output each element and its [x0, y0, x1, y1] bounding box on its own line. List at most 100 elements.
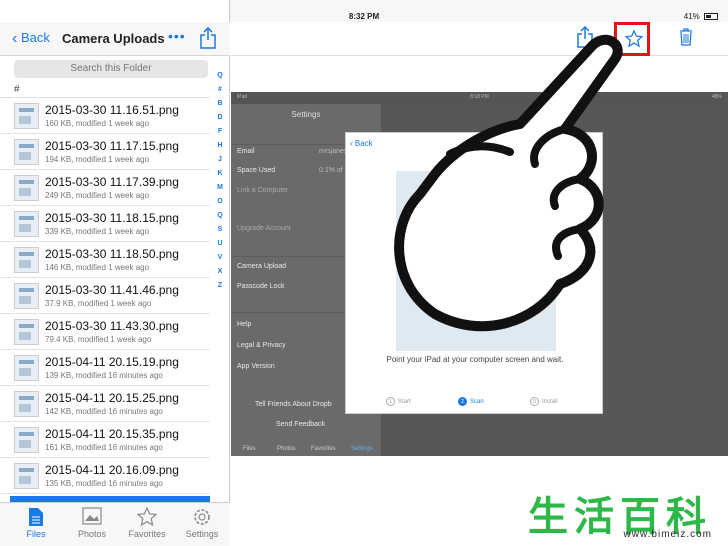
- file-meta: 79.4 KB, modified 1 week ago: [45, 335, 152, 344]
- preview-tab: Photos: [277, 446, 296, 452]
- index-letter[interactable]: K: [212, 170, 228, 184]
- file-name: 2015-04-11 20.16.09.png: [45, 463, 179, 477]
- file-row[interactable]: 2015-03-30 11.17.15.png 194 KB, modified …: [0, 134, 210, 170]
- file-row[interactable]: 2015-03-30 11.18.50.png 146 KB, modified …: [0, 242, 210, 278]
- file-row[interactable]: 2015-04-11 20.15.19.png 139 KB, modified …: [0, 350, 210, 386]
- trash-icon[interactable]: [679, 28, 693, 51]
- preview-space-value: 0.1% of: [319, 167, 343, 174]
- index-letter[interactable]: H: [212, 142, 228, 156]
- index-letter[interactable]: V: [212, 254, 228, 268]
- preview-step: 1 Start: [386, 397, 411, 406]
- file-row[interactable]: 2015-03-30 11.17.39.png 249 KB, modified …: [0, 170, 210, 206]
- preview-help: Help: [237, 321, 252, 328]
- preview-tab: Favorites: [311, 446, 336, 452]
- sidebar: ‹ Back Camera Uploads ••• # 2015-03-30 1…: [0, 0, 230, 546]
- file-thumbnail: [14, 283, 39, 309]
- preview-email-label: Email: [237, 148, 255, 155]
- index-letter[interactable]: Q: [212, 72, 228, 86]
- preview-battery: 48%: [711, 94, 722, 100]
- preview-tab-bar: Files Photos Favorites Settings: [231, 438, 381, 456]
- preview-app-version: App Version: [237, 363, 275, 370]
- preview-send-feedback: Send Feedback: [276, 421, 326, 428]
- index-letter[interactable]: Q: [212, 212, 228, 226]
- battery-icon: [704, 13, 718, 21]
- index-letter[interactable]: U: [212, 240, 228, 254]
- file-name: 2015-04-11 20.15.35.png: [45, 427, 179, 441]
- pointing-hand-illustration: [360, 34, 640, 349]
- search-input[interactable]: [14, 60, 208, 78]
- watermark: 生活百科 www.bimeiz.com: [520, 480, 720, 540]
- preview-step-label: Install: [542, 399, 558, 405]
- file-thumbnail: [14, 355, 39, 381]
- tab-settings[interactable]: Settings: [174, 507, 230, 539]
- file-row[interactable]: 2015-04-11 20.15.25.png 142 KB, modified …: [0, 386, 210, 422]
- gear-icon: [174, 507, 230, 527]
- file-row[interactable]: 2015-03-30 11.18.15.png 339 KB, modified …: [0, 206, 210, 242]
- file-thumbnail: [14, 391, 39, 417]
- preview-modal-instruction: Point your iPad at your computer screen …: [386, 355, 564, 364]
- more-options-icon[interactable]: •••: [168, 28, 186, 44]
- file-list: 2015-03-30 11.16.51.png 160 KB, modified …: [0, 98, 210, 494]
- index-letter[interactable]: X: [212, 268, 228, 282]
- file-meta: 37.9 KB, modified 1 week ago: [45, 299, 152, 308]
- file-thumbnail: [14, 211, 39, 237]
- index-letter[interactable]: M: [212, 184, 228, 198]
- file-name: 2015-03-30 11.17.39.png: [45, 175, 179, 189]
- folder-title: Camera Uploads: [62, 31, 165, 46]
- preview-space-label: Space Used: [237, 167, 276, 174]
- tab-photos[interactable]: Photos: [64, 507, 120, 539]
- section-header: #: [14, 84, 20, 95]
- index-letter[interactable]: B: [212, 100, 228, 114]
- star-icon: [119, 506, 175, 527]
- file-meta: 160 KB, modified 1 week ago: [45, 119, 150, 128]
- preview-tab: Settings: [351, 446, 373, 452]
- preview-steps: 1 Start 2 Scan 3 Install: [346, 395, 604, 411]
- file-name: 2015-03-30 11.43.30.png: [45, 319, 179, 333]
- file-meta: 139 KB, modified 16 minutes ago: [45, 371, 163, 380]
- index-letter[interactable]: S: [212, 226, 228, 240]
- watermark-url: www.bimeiz.com: [623, 529, 712, 540]
- file-meta: 339 KB, modified 1 week ago: [45, 227, 150, 236]
- file-row[interactable]: 2015-03-30 11.43.30.png 79.4 KB, modified…: [0, 314, 210, 350]
- preview-step-label: Start: [398, 399, 411, 405]
- file-row[interactable]: 2015-04-11 20.15.35.png 161 KB, modified …: [0, 422, 210, 458]
- back-button[interactable]: ‹ Back: [12, 30, 50, 48]
- file-thumbnail: [14, 103, 39, 129]
- file-row[interactable]: 2015-03-30 11.16.51.png 160 KB, modified …: [0, 98, 210, 134]
- file-row[interactable]: 2015-03-30 11.41.46.png 37.9 KB, modified…: [0, 278, 210, 314]
- tab-favorites[interactable]: Favorites: [119, 506, 175, 539]
- battery-percent: 41%: [683, 12, 700, 21]
- file-thumbnail: [14, 175, 39, 201]
- tab-label: Photos: [77, 529, 107, 539]
- preview-link-label: Link a Computer: [237, 187, 289, 194]
- index-letter[interactable]: #: [212, 86, 228, 100]
- file-thumbnail: [14, 319, 39, 345]
- file-meta: 142 KB, modified 16 minutes ago: [45, 407, 163, 416]
- file-name: 2015-03-30 11.18.50.png: [45, 247, 179, 261]
- tab-files[interactable]: Files: [8, 507, 64, 539]
- index-letter[interactable]: J: [212, 156, 228, 170]
- tab-label: Favorites: [128, 529, 166, 539]
- index-letter[interactable]: Z: [212, 282, 228, 296]
- preview-step: 2 Scan: [458, 397, 484, 406]
- tab-label: Settings: [185, 529, 219, 539]
- file-name: 2015-03-30 11.41.46.png: [45, 283, 179, 297]
- file-name: 2015-03-30 11.18.15.png: [45, 211, 179, 225]
- section-index[interactable]: Q # B D F H J K M O Q S U V X Z: [212, 72, 228, 296]
- file-icon: [8, 507, 64, 527]
- preview-tell-friends: Tell Friends About Dropb: [255, 401, 332, 408]
- photo-icon: [64, 507, 120, 527]
- index-letter[interactable]: F: [212, 128, 228, 142]
- file-row[interactable]: 2015-04-11 20.16.09.png 135 KB, modified …: [0, 458, 210, 494]
- chevron-left-icon: ‹: [12, 30, 18, 47]
- file-name: 2015-03-30 11.16.51.png: [45, 103, 179, 117]
- file-thumbnail: [14, 427, 39, 453]
- file-name: 2015-04-11 20.15.19.png: [45, 355, 179, 369]
- file-meta: 161 KB, modified 16 minutes ago: [45, 443, 163, 452]
- sidebar-nav-bar: ‹ Back Camera Uploads •••: [0, 22, 230, 56]
- index-letter[interactable]: D: [212, 114, 228, 128]
- preview-passcode-lock: Passcode Lock: [237, 283, 285, 290]
- share-icon[interactable]: [200, 26, 216, 54]
- file-thumbnail: [14, 247, 39, 273]
- index-letter[interactable]: O: [212, 198, 228, 212]
